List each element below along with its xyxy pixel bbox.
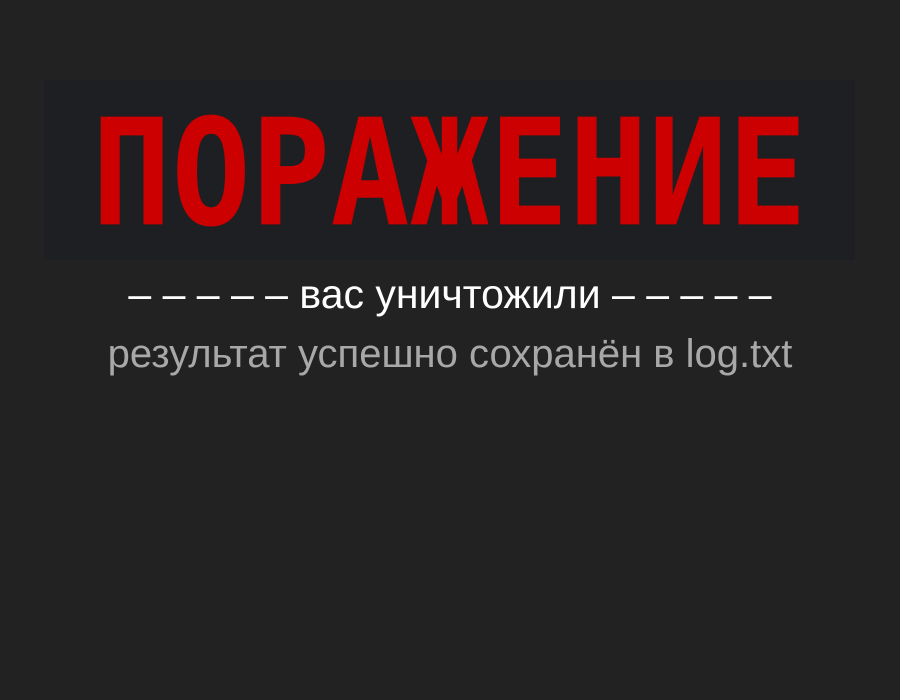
destroyed-message: – – – – – вас уничтожили – – – – – [128,271,772,317]
game-over-screen: ПОРАЖЕНИЕ – – – – – вас уничтожили – – –… [0,0,900,700]
defeat-title: ПОРАЖЕНИЕ [91,87,808,260]
save-status-message: результат успешно сохранён в log.txt [107,332,793,376]
defeat-banner: ПОРАЖЕНИЕ [44,80,855,260]
